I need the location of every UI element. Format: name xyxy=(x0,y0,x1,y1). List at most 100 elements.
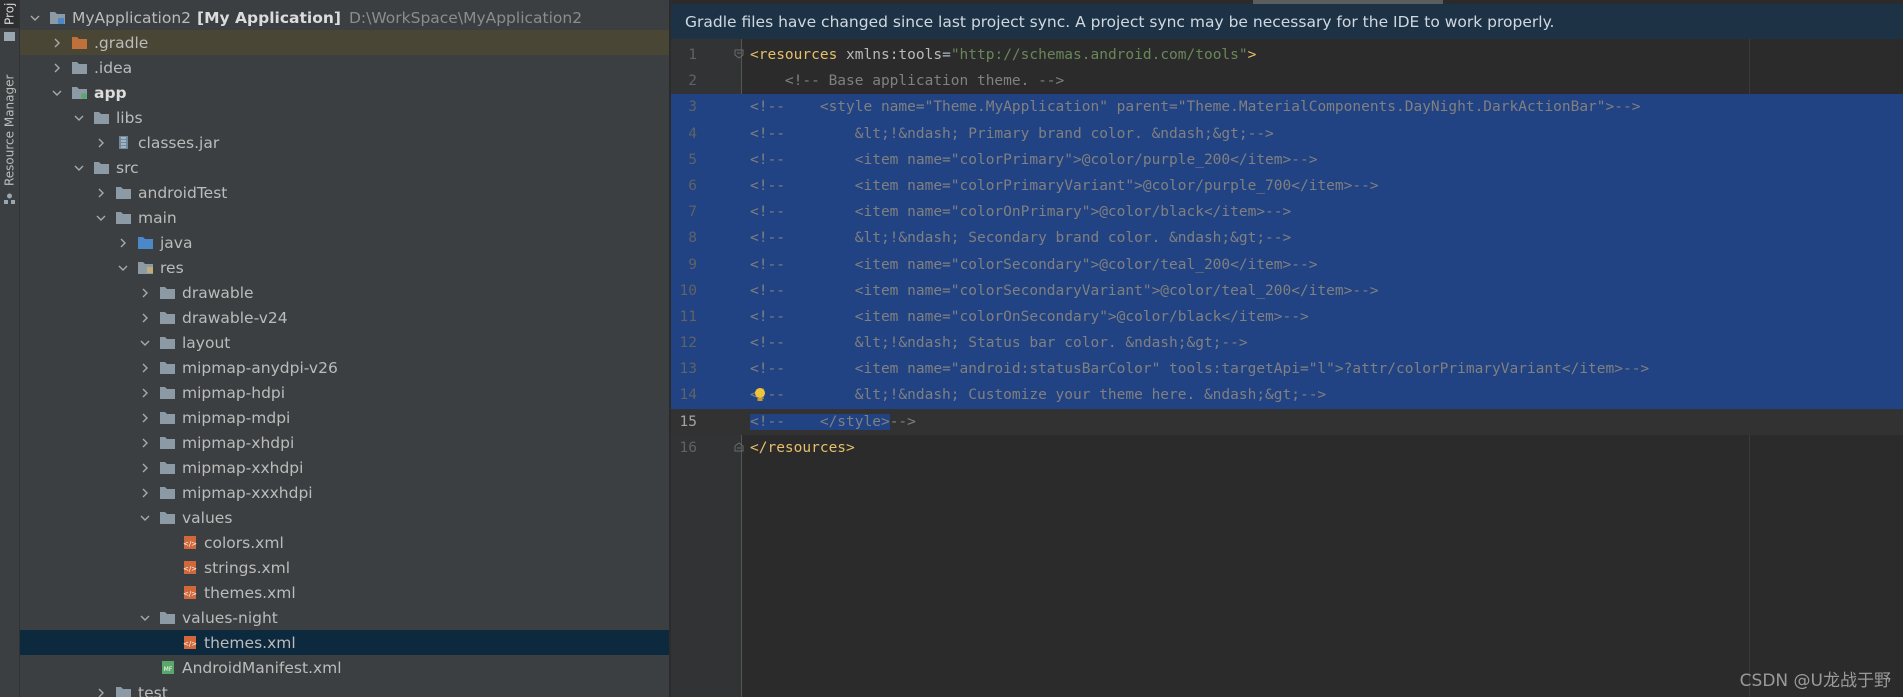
chevron-down-icon[interactable] xyxy=(73,162,85,174)
tree-item-app[interactable]: app xyxy=(20,80,669,105)
line-number: 6 xyxy=(688,177,697,194)
chevron-down-icon[interactable] xyxy=(139,612,151,624)
chevron-right-icon[interactable] xyxy=(139,312,151,324)
chevron-down-icon[interactable] xyxy=(95,212,107,224)
code-line[interactable]: 8 <!-- &lt;!&ndash; Secondary brand colo… xyxy=(671,225,1903,252)
code-line[interactable]: 13 <!-- <item name="android:statusBarCol… xyxy=(671,356,1903,383)
tree-item-themes-xml-night[interactable]: </> themes.xml xyxy=(20,630,669,655)
code-lines[interactable]: 1 <resources xmlns:tools="http://schemas… xyxy=(671,42,1903,461)
chevron-right-icon[interactable] xyxy=(139,387,151,399)
svg-text:MF: MF xyxy=(164,666,173,673)
tree-item-mipmap-xxxhdpi[interactable]: mipmap-xxxhdpi xyxy=(20,480,669,505)
tree-item-layout[interactable]: layout xyxy=(20,330,669,355)
chevron-right-icon[interactable] xyxy=(139,412,151,424)
code-text[interactable]: <!-- <item name="colorPrimaryVariant">@c… xyxy=(750,173,1903,199)
code-editor[interactable]: Gradle files have changed since last pro… xyxy=(671,0,1903,697)
tree-item-label: drawable-v24 xyxy=(182,308,288,327)
code-text[interactable]: <!-- <item name="colorOnSecondary">@colo… xyxy=(750,304,1903,330)
tree-item-libs[interactable]: libs xyxy=(20,105,669,130)
code-text[interactable]: <!-- &lt;!&ndash; Secondary brand color.… xyxy=(750,225,1903,251)
code-text[interactable]: <!-- &lt;!&ndash; Status bar color. &nda… xyxy=(750,330,1903,356)
fold-marker-icon[interactable] xyxy=(734,49,744,59)
chevron-right-icon[interactable] xyxy=(139,287,151,299)
tree-item-themes-xml[interactable]: </> themes.xml xyxy=(20,580,669,605)
tree-item-mipmap-xxhdpi[interactable]: mipmap-xxhdpi xyxy=(20,455,669,480)
code-line[interactable]: 1 <resources xmlns:tools="http://schemas… xyxy=(671,42,1903,68)
code-line[interactable]: 6 <!-- <item name="colorPrimaryVariant">… xyxy=(671,172,1903,200)
tree-item-test[interactable]: test xyxy=(20,680,669,697)
tree-item-strings-xml[interactable]: </> strings.xml xyxy=(20,555,669,580)
resource-manager-tab[interactable]: Resource Manager xyxy=(0,70,19,190)
lightbulb-icon[interactable] xyxy=(754,387,766,404)
line-number: 16 xyxy=(679,439,697,456)
tree-item-mipmap-mdpi[interactable]: mipmap-mdpi xyxy=(20,405,669,430)
tree-item-drawable-v24[interactable]: drawable-v24 xyxy=(20,305,669,330)
chevron-right-icon[interactable] xyxy=(95,137,107,149)
code-line[interactable]: 14 <!-- &lt;!&ndash; Customize your them… xyxy=(671,382,1903,409)
chevron-right-icon[interactable] xyxy=(139,487,151,499)
tree-item-values[interactable]: values xyxy=(20,505,669,530)
tree-item-java[interactable]: java xyxy=(20,230,669,255)
code-text[interactable]: <!-- <item name="colorPrimary">@color/pu… xyxy=(750,147,1903,173)
code-line[interactable]: 5 <!-- <item name="colorPrimary">@color/… xyxy=(671,146,1903,173)
code-text[interactable]: <!-- &lt;!&ndash; Primary brand color. &… xyxy=(750,121,1903,147)
code-text[interactable]: <!-- Base application theme. --> xyxy=(750,68,1903,94)
code-text[interactable]: </resources> xyxy=(750,435,1903,461)
chevron-right-icon[interactable] xyxy=(139,462,151,474)
chevron-right-icon[interactable] xyxy=(51,37,63,49)
chevron-right-icon[interactable] xyxy=(117,237,129,249)
code-line[interactable]: 4 <!-- &lt;!&ndash; Primary brand color.… xyxy=(671,120,1903,147)
tree-item-mipmap-xhdpi[interactable]: mipmap-xhdpi xyxy=(20,430,669,455)
chevron-down-icon[interactable] xyxy=(139,512,151,524)
chevron-down-icon[interactable] xyxy=(139,337,151,349)
code-line[interactable]: 9 <!-- <item name="colorSecondary">@colo… xyxy=(671,251,1903,278)
tree-item-android-test[interactable]: androidTest xyxy=(20,180,669,205)
tree-item-main[interactable]: main xyxy=(20,205,669,230)
chevron-right-icon[interactable] xyxy=(95,687,107,697)
tree-item-classes-jar[interactable]: classes.jar xyxy=(20,130,669,155)
line-number: 4 xyxy=(688,125,697,142)
project-tree[interactable]: MyApplication2 [My Application] D:\WorkS… xyxy=(20,0,669,697)
chevron-right-icon[interactable] xyxy=(95,187,107,199)
chevron-down-icon[interactable] xyxy=(51,87,63,99)
fold-marker-icon[interactable] xyxy=(734,442,744,452)
chevron-right-icon[interactable] xyxy=(139,437,151,449)
code-line[interactable]: 12 <!-- &lt;!&ndash; Status bar color. &… xyxy=(671,330,1903,357)
tree-item-android-manifest[interactable]: MF AndroidManifest.xml xyxy=(20,655,669,680)
code-text[interactable]: <!-- <style name="Theme.MyApplication" p… xyxy=(750,94,1903,120)
code-text[interactable]: <!-- <item name="colorSecondaryVariant">… xyxy=(750,278,1903,304)
code-line-current[interactable]: 15 <!-- </style>--> xyxy=(671,408,1903,435)
tree-item-values-night[interactable]: values-night xyxy=(20,605,669,630)
code-line[interactable]: 11 <!-- <item name="colorOnSecondary">@c… xyxy=(671,303,1903,331)
chevron-down-icon[interactable] xyxy=(29,12,41,24)
code-text[interactable]: <!-- <item name="colorSecondary">@color/… xyxy=(750,252,1903,278)
tree-item-gradle[interactable]: .gradle xyxy=(20,30,669,55)
tree-item-mipmap-hdpi[interactable]: mipmap-hdpi xyxy=(20,380,669,405)
chevron-right-icon[interactable] xyxy=(51,62,63,74)
tree-item-idea[interactable]: .idea xyxy=(20,55,669,80)
tree-item-src[interactable]: src xyxy=(20,155,669,180)
code-text[interactable]: <resources xmlns:tools="http://schemas.a… xyxy=(750,42,1903,68)
code-line[interactable]: 16 </resources> xyxy=(671,435,1903,461)
project-tool-tab[interactable]: Proj xyxy=(0,0,19,28)
code-line[interactable]: 3 <!-- <style name="Theme.MyApplication"… xyxy=(671,94,1903,121)
tree-root-path: D:\WorkSpace\MyApplication2 xyxy=(348,8,583,27)
code-line[interactable]: 10 <!-- <item name="colorSecondaryVarian… xyxy=(671,277,1903,304)
chevron-down-icon[interactable] xyxy=(73,112,85,124)
tree-item-mipmap-anydpi-v26[interactable]: mipmap-anydpi-v26 xyxy=(20,355,669,380)
code-line[interactable]: 2 <!-- Base application theme. --> xyxy=(671,68,1903,94)
tree-item-label: mipmap-xxxhdpi xyxy=(182,483,313,502)
code-text[interactable]: <!-- <item name="android:statusBarColor"… xyxy=(750,356,1903,382)
tree-item-drawable[interactable]: drawable xyxy=(20,280,669,305)
tree-item-colors-xml[interactable]: </> colors.xml xyxy=(20,530,669,555)
tree-item-res[interactable]: res xyxy=(20,255,669,280)
code-text[interactable]: <!-- <item name="colorOnPrimary">@color/… xyxy=(750,199,1903,225)
chevron-right-icon[interactable] xyxy=(139,362,151,374)
code-text[interactable]: <!-- &lt;!&ndash; Customize your theme h… xyxy=(750,382,1903,408)
tree-root-row[interactable]: MyApplication2 [My Application] D:\WorkS… xyxy=(20,5,669,30)
tree-item-label: themes.xml xyxy=(204,583,296,602)
code-line[interactable]: 7 <!-- <item name="colorOnPrimary">@colo… xyxy=(671,199,1903,226)
chevron-down-icon[interactable] xyxy=(117,262,129,274)
line-number: 11 xyxy=(679,308,697,325)
code-text[interactable]: <!-- </style>--> xyxy=(750,409,1903,435)
